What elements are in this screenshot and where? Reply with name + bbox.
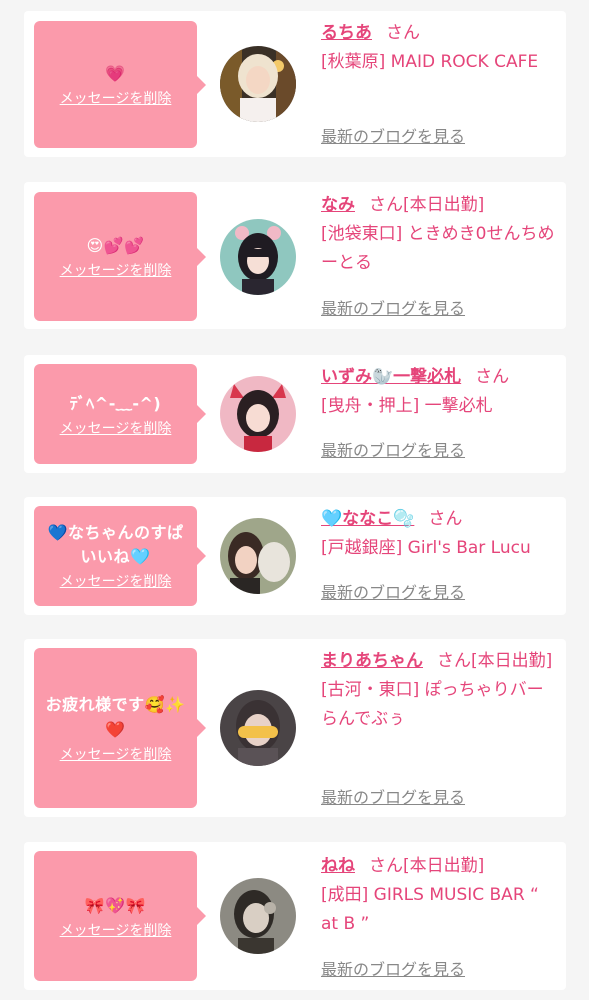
message-bubble: お疲れ様です🥰✨❤️ メッセージを削除	[34, 648, 206, 808]
cast-suffix: さん[本日出勤]	[369, 856, 485, 876]
avatar[interactable]	[220, 878, 296, 954]
latest-blog-link[interactable]: 最新のブログを見る	[321, 579, 465, 603]
delete-message-link[interactable]: メッセージを削除	[60, 260, 172, 280]
message-card: 💗 メッセージを削除 るちあ さん [秋葉原] MAID ROCK CAFE 最新…	[24, 11, 566, 157]
shop-name: [古河・東口] ぽっちゃりバー らんでぶぅ	[321, 680, 544, 729]
message-text: ﾃﾞﾍ^-﹏-^)	[69, 393, 162, 413]
message-text: お疲れ様です🥰✨❤️	[45, 695, 186, 739]
message-card: ﾃﾞﾍ^-﹏-^) メッセージを削除 いずみ🦭一撃必札 さん [曳舟・押上] 一撃…	[24, 355, 566, 473]
latest-blog-link[interactable]: 最新のブログを見る	[321, 784, 465, 808]
avatar[interactable]	[220, 518, 296, 594]
avatar[interactable]	[220, 219, 296, 295]
shop-name: [成田] GIRLS MUSIC BAR “ at B ”	[321, 885, 539, 934]
cast-name-link[interactable]: なみ	[321, 195, 355, 215]
message-bubble: 💗 メッセージを削除	[34, 21, 206, 148]
cast-name-link[interactable]: るちあ	[321, 23, 372, 43]
message-bubble: 😍💕💕 メッセージを削除	[34, 192, 206, 321]
cast-suffix: さん	[475, 367, 510, 387]
cast-suffix: さん[本日出勤]	[437, 651, 553, 671]
message-card: 😍💕💕 メッセージを削除 なみ さん[本日出勤] [池袋東口] ときめき0せんちめ…	[24, 182, 566, 329]
cast-name-link[interactable]: いずみ🦭一撃必札	[321, 367, 461, 387]
avatar[interactable]	[220, 376, 296, 452]
shop-name: [秋葉原] MAID ROCK CAFE	[321, 52, 539, 72]
cast-info: 🩵ななこ🫧 さん [戸越銀座] Girl's Bar Lucu	[321, 505, 559, 563]
message-bubble: 🎀💖🎀 メッセージを削除	[34, 851, 206, 981]
cast-suffix: さん	[428, 509, 463, 529]
cast-info: まりあちゃん さん[本日出勤] [古河・東口] ぽっちゃりバー らんでぶぅ	[321, 647, 559, 734]
latest-blog-link[interactable]: 最新のブログを見る	[321, 956, 465, 980]
message-text: 🎀💖🎀	[84, 895, 147, 915]
message-bubble: 💙なちゃんのすぱいいね🩵 メッセージを削除	[34, 506, 206, 606]
cast-info: ねね さん[本日出勤] [成田] GIRLS MUSIC BAR “ at B ”	[321, 852, 559, 939]
cast-info: るちあ さん [秋葉原] MAID ROCK CAFE	[321, 19, 559, 77]
delete-message-link[interactable]: メッセージを削除	[60, 418, 172, 438]
avatar[interactable]	[220, 46, 296, 122]
cast-name-link[interactable]: まりあちゃん	[321, 651, 423, 671]
message-text: 💗	[105, 64, 126, 83]
message-card: 💙なちゃんのすぱいいね🩵 メッセージを削除 🩵ななこ🫧 さん [戸越銀座] Gir…	[24, 497, 566, 615]
cast-name-link[interactable]: ねね	[321, 856, 355, 876]
message-card: 🎀💖🎀 メッセージを削除 ねね さん[本日出勤] [成田] GIRLS MUSIC…	[24, 842, 566, 990]
message-bubble: ﾃﾞﾍ^-﹏-^) メッセージを削除	[34, 364, 206, 464]
message-card: お疲れ様です🥰✨❤️ メッセージを削除 まりあちゃん さん[本日出勤] [古河・東…	[24, 639, 566, 817]
message-text: 💙なちゃんのすぱいいね🩵	[47, 523, 184, 566]
latest-blog-link[interactable]: 最新のブログを見る	[321, 437, 465, 461]
cast-name-link[interactable]: 🩵ななこ🫧	[321, 509, 414, 529]
delete-message-link[interactable]: メッセージを削除	[60, 744, 172, 764]
shop-name: [池袋東口] ときめき0せんちめーとる	[321, 224, 555, 273]
shop-name: [戸越銀座] Girl's Bar Lucu	[321, 538, 531, 558]
cast-suffix: さん	[386, 23, 420, 43]
latest-blog-link[interactable]: 最新のブログを見る	[321, 123, 465, 147]
shop-name: [曳舟・押上] 一撃必札	[321, 396, 493, 416]
delete-message-link[interactable]: メッセージを削除	[60, 920, 172, 940]
delete-message-link[interactable]: メッセージを削除	[60, 571, 172, 591]
cast-suffix: さん[本日出勤]	[369, 195, 485, 215]
cast-info: なみ さん[本日出勤] [池袋東口] ときめき0せんちめーとる	[321, 191, 559, 278]
cast-info: いずみ🦭一撃必札 さん [曳舟・押上] 一撃必札	[321, 363, 559, 421]
latest-blog-link[interactable]: 最新のブログを見る	[321, 295, 465, 319]
avatar[interactable]	[220, 690, 296, 766]
message-text: 😍💕💕	[86, 236, 145, 255]
delete-message-link[interactable]: メッセージを削除	[60, 88, 172, 108]
